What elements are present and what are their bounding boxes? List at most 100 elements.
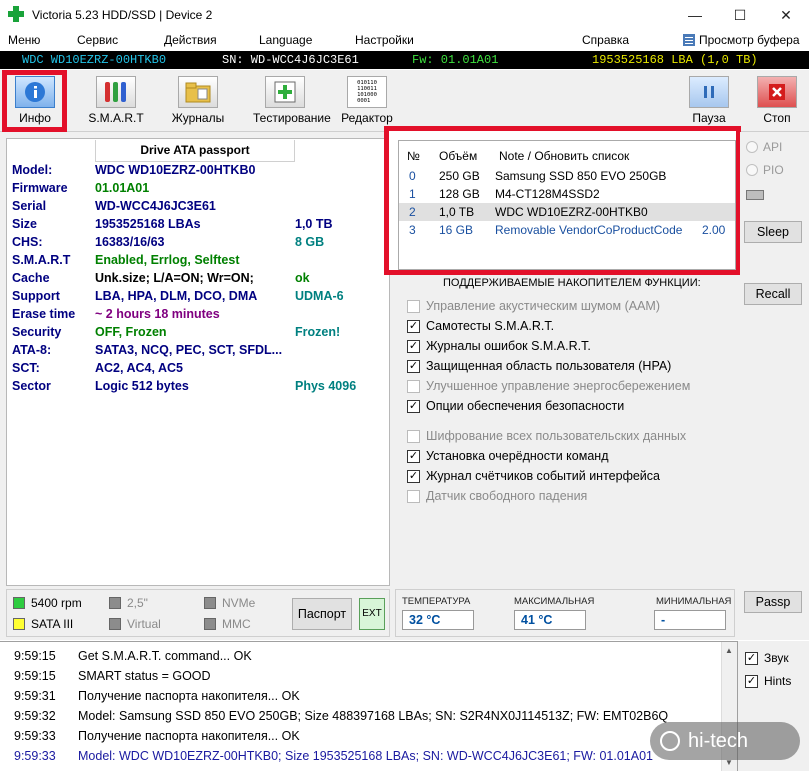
menu-help[interactable]: Справка [582,33,629,47]
info-button-label: Инфо [19,111,51,125]
sound-checkbox[interactable]: ✓ Звук [745,651,789,665]
api-radio-label: API [763,140,783,154]
api-radio[interactable]: API [746,140,782,154]
minimize-button[interactable]: — [672,0,718,30]
drive-no: 1 [409,187,416,201]
feature-checkbox[interactable]: ✓ Опции обеспечения безопасности [407,396,624,416]
log-message: Получение паспорта накопителя... OK [78,729,300,743]
log-message: Получение паспорта накопителя... OK [78,689,300,703]
close-button[interactable]: ✕ [763,0,809,30]
passport-extra: Frozen! [295,325,341,339]
event-log[interactable]: 9:59:15 Get S.M.A.R.T. command... OK 9:59:… [0,641,738,771]
passport-value: Enabled, Errlog, Selftest [95,253,240,267]
menu-service[interactable]: Сервис [77,33,118,47]
device-model: WDC WD10EZRZ-00HTKB0 [22,53,167,67]
drive-note: M4-CT128M4SSD2 [495,187,600,201]
drive-no: 3 [409,223,416,237]
stop-button[interactable]: Стоп [745,76,809,128]
log-message: Get S.M.A.R.T. command... OK [78,649,252,663]
info-button[interactable]: Инфо [3,76,67,128]
recall-button[interactable]: Recall [744,283,802,305]
sleep-button[interactable]: Sleep [744,221,802,243]
passport-key: S.M.A.R.T [12,253,71,267]
feature-checkbox: Шифрование всех пользовательских данных [407,426,686,446]
checkmark-icon: ✓ [407,469,420,483]
drive-row[interactable]: 3 16 GB Removable VendorCoProductCode 2.00 [399,221,735,239]
sound-label: Звук [764,651,789,665]
feature-checkbox[interactable]: ✓ Самотесты S.M.A.R.T. [407,316,554,336]
passp-button[interactable]: Passp [744,591,802,613]
form-factor-led [109,597,121,609]
smart-button[interactable]: S.M.A.R.T [84,76,148,128]
smart-button-label: S.M.A.R.T [88,111,144,125]
passport-key: SCT: [12,361,40,375]
drive-type-strip: 5400 rpm SATA III 2,5" Virtual NVMe MMC … [6,589,390,637]
ata-passport-panel: Drive ATA passport Model: WDC WD10EZRZ-00… [6,138,390,586]
hitech-watermark: hi-tech [650,722,800,760]
drive-note: WDC WD10EZRZ-00HTKB0 [495,205,648,219]
sata-label: SATA III [31,617,74,631]
feature-label: Опции обеспечения безопасности [426,399,625,413]
log-time: 9:59:31 [14,689,56,703]
scroll-up-arrow-icon[interactable]: ▲ [725,646,733,655]
menu-main[interactable]: Меню [8,33,40,47]
pio-radio[interactable]: PIO [746,163,784,177]
drive-size: 16 GB [439,223,474,237]
checkmark-icon: ✓ [407,359,420,373]
drive-list-header-size[interactable]: Объём [439,149,477,163]
temp-current-value: 32 °C [402,610,474,630]
log-time: 9:59:32 [14,709,56,723]
editor-button[interactable]: 010110 110011 101000 0001 Редактор [335,76,399,128]
pause-icon [689,76,729,108]
menu-actions[interactable]: Действия [164,33,217,47]
info-icon [15,76,55,108]
stop-button-label: Стоп [763,111,791,125]
drive-row[interactable]: 0 250 GB Samsung SSD 850 EVO 250GB [399,167,735,185]
feature-label: Датчик свободного падения [426,489,588,503]
menu-language[interactable]: Language [259,33,312,47]
feature-checkbox: Управление акустическим шумом (AAM) [407,296,660,316]
testing-button[interactable]: Тестирование [253,76,331,128]
hints-checkbox[interactable]: ✓ Hints [745,674,791,688]
drive-row[interactable]: 2 1,0 TB WDC WD10EZRZ-00HTKB0 [399,203,735,221]
device-firmware: Fw: 01.01A01 [412,53,499,67]
drive-list-header-note[interactable]: Note / Обновить список [499,149,629,163]
mmc-label: MMC [222,617,251,631]
passport-button[interactable]: Паспорт [292,598,352,630]
passport-extra: 8 GB [295,235,325,249]
passport-key: CHS: [12,235,43,249]
feature-checkbox[interactable]: ✓ Установка очерёдности команд [407,446,608,466]
feature-label: Журналы ошибок S.M.A.R.T. [426,339,591,353]
passport-value: SATA3, NCQ, PEC, SCT, SFDL... [95,343,283,357]
feature-checkbox[interactable]: ✓ Защищенная область пользователя (HPA) [407,356,671,376]
feature-checkbox[interactable]: ✓ Журнал счётчиков событий интерфейса [407,466,660,486]
maximize-button[interactable]: ☐ [717,0,763,30]
hints-label: Hints [764,674,792,688]
feature-checkbox[interactable]: ✓ Журналы ошибок S.M.A.R.T. [407,336,591,356]
pio-radio-label: PIO [763,163,784,177]
pause-button[interactable]: Пауза [677,76,741,128]
logs-button-label: Журналы [171,111,225,125]
passport-value: AC2, AC4, AC5 [95,361,183,375]
drive-row[interactable]: 1 128 GB M4-CT128M4SSD2 [399,185,735,203]
menu-buffer-view[interactable]: Просмотр буфера [699,33,800,47]
drive-list-header-no[interactable]: № [407,149,420,163]
sata-led [13,618,25,630]
passport-value: WDC WD10EZRZ-00HTKB0 [95,163,256,177]
ext-button[interactable]: EXT [359,598,385,630]
passport-key: Model: [12,163,53,177]
passport-value: Unk.size; L/A=ON; Wr=ON; [95,271,254,285]
checkbox-empty [407,429,420,443]
nvme-indicator: NVMe [204,596,255,610]
passport-key: ATA-8: [12,343,52,357]
log-time: 9:59:15 [14,649,56,663]
menu-settings[interactable]: Настройки [355,33,414,47]
drive-note: Samsung SSD 850 EVO 250GB [495,169,667,183]
logs-button[interactable]: Журналы [166,76,230,128]
log-time: 9:59:33 [14,729,56,743]
passport-key: Size [12,217,38,231]
checkmark-icon: ✓ [407,449,420,463]
mmc-indicator: MMC [204,617,251,631]
drive-list: № Объём Note / Обновить список 0 250 GB Sa… [398,140,736,270]
feature-checkbox: Улучшенное управление энергосбережением [407,376,690,396]
